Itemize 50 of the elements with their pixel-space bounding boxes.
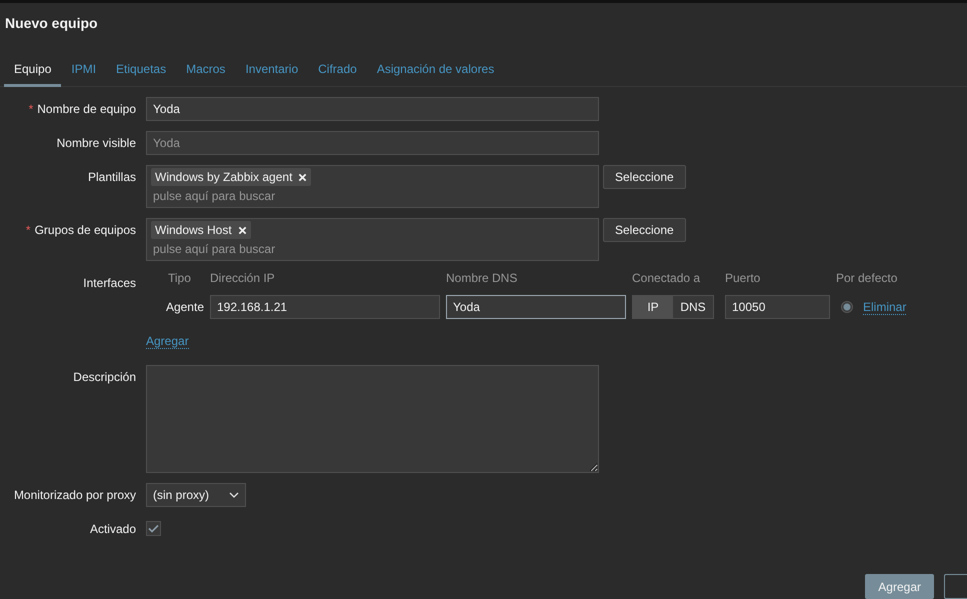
field-label: Interfaces: [83, 276, 136, 290]
column-header: Puerto: [725, 271, 762, 285]
connect-toggle[interactable]: DNS: [673, 296, 713, 318]
close-icon[interactable]: [298, 172, 308, 182]
tab[interactable]: IPMI: [61, 62, 106, 87]
tab[interactable]: Equipo: [4, 62, 62, 87]
multiselect-field[interactable]: Windows by Zabbix agent pulse aquí para buscar: [146, 165, 599, 208]
remove-link[interactable]: Eliminar: [863, 300, 906, 314]
search-input[interactable]: pulse aquí para buscar: [151, 186, 455, 206]
secondary-button[interactable]: [944, 574, 967, 599]
search-input[interactable]: pulse aquí para buscar: [151, 239, 455, 259]
proxy-dropdown[interactable]: (sin proxy): [146, 483, 246, 507]
tab[interactable]: Etiquetas: [106, 62, 176, 87]
dns-field[interactable]: Yoda: [446, 295, 626, 319]
field-label: Plantillas: [88, 170, 136, 184]
tag-chip: Windows by Zabbix agent: [151, 168, 312, 186]
tab[interactable]: Asignación de valores: [366, 62, 504, 87]
tab[interactable]: Macros: [176, 62, 236, 87]
add-link[interactable]: Agregar: [146, 334, 189, 349]
column-header: Nombre DNS: [446, 271, 518, 285]
close-icon[interactable]: [238, 226, 247, 234]
port-field[interactable]: 10050: [725, 295, 830, 319]
tag-chip: Windows Host: [151, 221, 251, 239]
required-mark: *: [26, 223, 31, 237]
description-field[interactable]: [146, 365, 599, 473]
field-label: Descripción: [73, 370, 136, 384]
select-button[interactable]: Seleccione: [603, 218, 686, 242]
ip-field[interactable]: 192.168.1.21: [210, 295, 440, 319]
select-button[interactable]: Seleccione: [603, 165, 686, 189]
host-name-field[interactable]: Yoda: [146, 97, 599, 121]
enabled-checkbox[interactable]: [146, 521, 161, 536]
connect-toggle[interactable]: IP: [633, 296, 673, 318]
field-label: Activado: [90, 522, 136, 536]
required-mark: *: [28, 102, 34, 116]
multiselect-field[interactable]: Windows Host pulse aquí para buscar: [146, 218, 599, 261]
default-radio[interactable]: [841, 301, 853, 313]
visible-name-field[interactable]: Yoda: [146, 131, 599, 155]
tab[interactable]: Inventario: [235, 62, 308, 87]
field-label: Nombre visible: [56, 136, 136, 150]
chevron-down-icon: [229, 492, 239, 498]
column-header: Tipo: [167, 271, 192, 285]
interface-type: Agente: [164, 300, 204, 314]
field-label: Monitorizado por proxy: [14, 488, 136, 502]
field-label: Grupos de equipos: [34, 223, 136, 237]
tab[interactable]: Cifrado: [308, 62, 367, 87]
column-header: Conectado a: [632, 271, 702, 285]
field-label: Nombre de equipo: [37, 102, 136, 116]
column-header: Dirección IP: [210, 271, 276, 285]
column-header: Por defecto: [836, 271, 898, 285]
page-title: Nuevo equipo: [4, 14, 99, 33]
